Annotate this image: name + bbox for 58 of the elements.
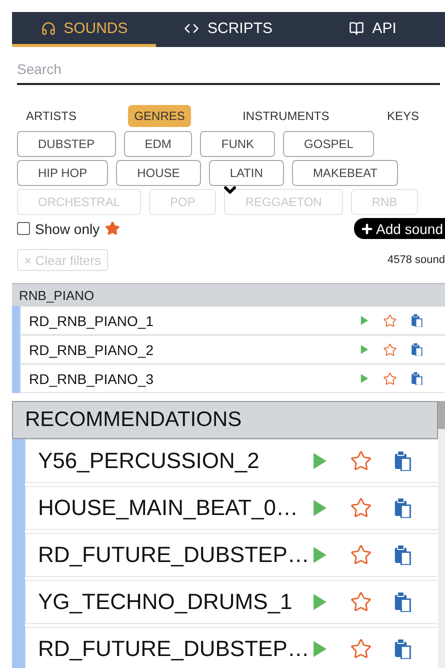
clipboard-icon[interactable]: [394, 498, 412, 518]
sound-name: RD_FUTURE_DUBSTEP…: [38, 636, 310, 662]
star-icon[interactable]: [350, 544, 372, 566]
play-icon[interactable]: [312, 453, 328, 469]
star-icon[interactable]: [383, 372, 397, 386]
sound-name: YG_TECHNO_DRUMS_1: [38, 589, 294, 615]
genre-chip[interactable]: EDM: [124, 131, 192, 157]
nav-tab[interactable]: API: [300, 12, 445, 47]
star-icon[interactable]: [350, 497, 372, 519]
genre-chip[interactable]: GOSPEL: [283, 131, 374, 157]
sound-name: RD_RNB_PIANO_2: [29, 342, 154, 358]
clipboard-icon[interactable]: [394, 450, 412, 472]
star-icon[interactable]: [383, 342, 397, 356]
clipboard-icon[interactable]: [411, 372, 423, 386]
genre-chip[interactable]: MAKEBEAT: [292, 160, 398, 186]
sound-name: RD_RNB_PIANO_1: [29, 312, 154, 328]
star-icon[interactable]: [350, 638, 372, 660]
genre-chip[interactable]: HIP HOP: [17, 160, 108, 186]
genre-chip[interactable]: DUBSTEP: [17, 131, 116, 157]
play-icon[interactable]: [360, 374, 369, 383]
filter-tab[interactable]: ARTISTS: [20, 105, 82, 127]
star-icon[interactable]: [350, 591, 372, 613]
sound-name: HOUSE_MAIN_BEAT_0…: [38, 495, 300, 521]
play-icon[interactable]: [312, 641, 328, 657]
nav-tab[interactable]: SOUNDS: [12, 12, 156, 47]
genre-chip[interactable]: LATIN: [208, 160, 284, 186]
filter-tab[interactable]: GENRES: [128, 105, 191, 127]
star-icon[interactable]: [350, 450, 372, 472]
checkbox[interactable]: [17, 222, 30, 235]
nav-tab[interactable]: SCRIPTS: [156, 12, 301, 47]
clipboard-icon[interactable]: [411, 314, 423, 328]
clipboard-icon[interactable]: [394, 544, 412, 566]
genre-chip[interactable]: FUNK: [200, 131, 276, 157]
add-sound-button[interactable]: Add sound: [354, 218, 445, 239]
sound-name: RD_RNB_PIANO_3: [29, 370, 154, 386]
play-icon[interactable]: [312, 500, 328, 516]
play-icon[interactable]: [360, 316, 369, 325]
play-icon[interactable]: [360, 345, 369, 354]
sound-name: RD_FUTURE_DUBSTEP…: [38, 542, 310, 568]
headphones-icon: [40, 20, 56, 36]
clipboard-icon[interactable]: [394, 592, 412, 612]
show-only-label: Show only: [35, 220, 100, 236]
filter-tab[interactable]: KEYS: [380, 105, 425, 127]
star-icon: [104, 221, 120, 236]
play-icon[interactable]: [312, 594, 328, 610]
plus-icon: [360, 222, 374, 236]
scrollbar[interactable]: [438, 401, 445, 668]
star-icon[interactable]: [383, 314, 397, 328]
genre-chip[interactable]: HOUSE: [116, 160, 201, 186]
play-icon[interactable]: [312, 547, 328, 563]
sound-name: Y56_PERCUSSION_2: [38, 448, 260, 474]
filter-tab[interactable]: INSTRUMENTS: [236, 105, 336, 127]
clipboard-icon[interactable]: [394, 638, 412, 660]
recommendations-header: RECOMMENDATIONS: [12, 401, 438, 439]
sound-count: 4578 sound: [388, 254, 445, 266]
clipboard-icon[interactable]: [411, 342, 423, 356]
folder-header[interactable]: RNB_PIANO: [12, 283, 445, 306]
book-icon: [349, 20, 364, 36]
